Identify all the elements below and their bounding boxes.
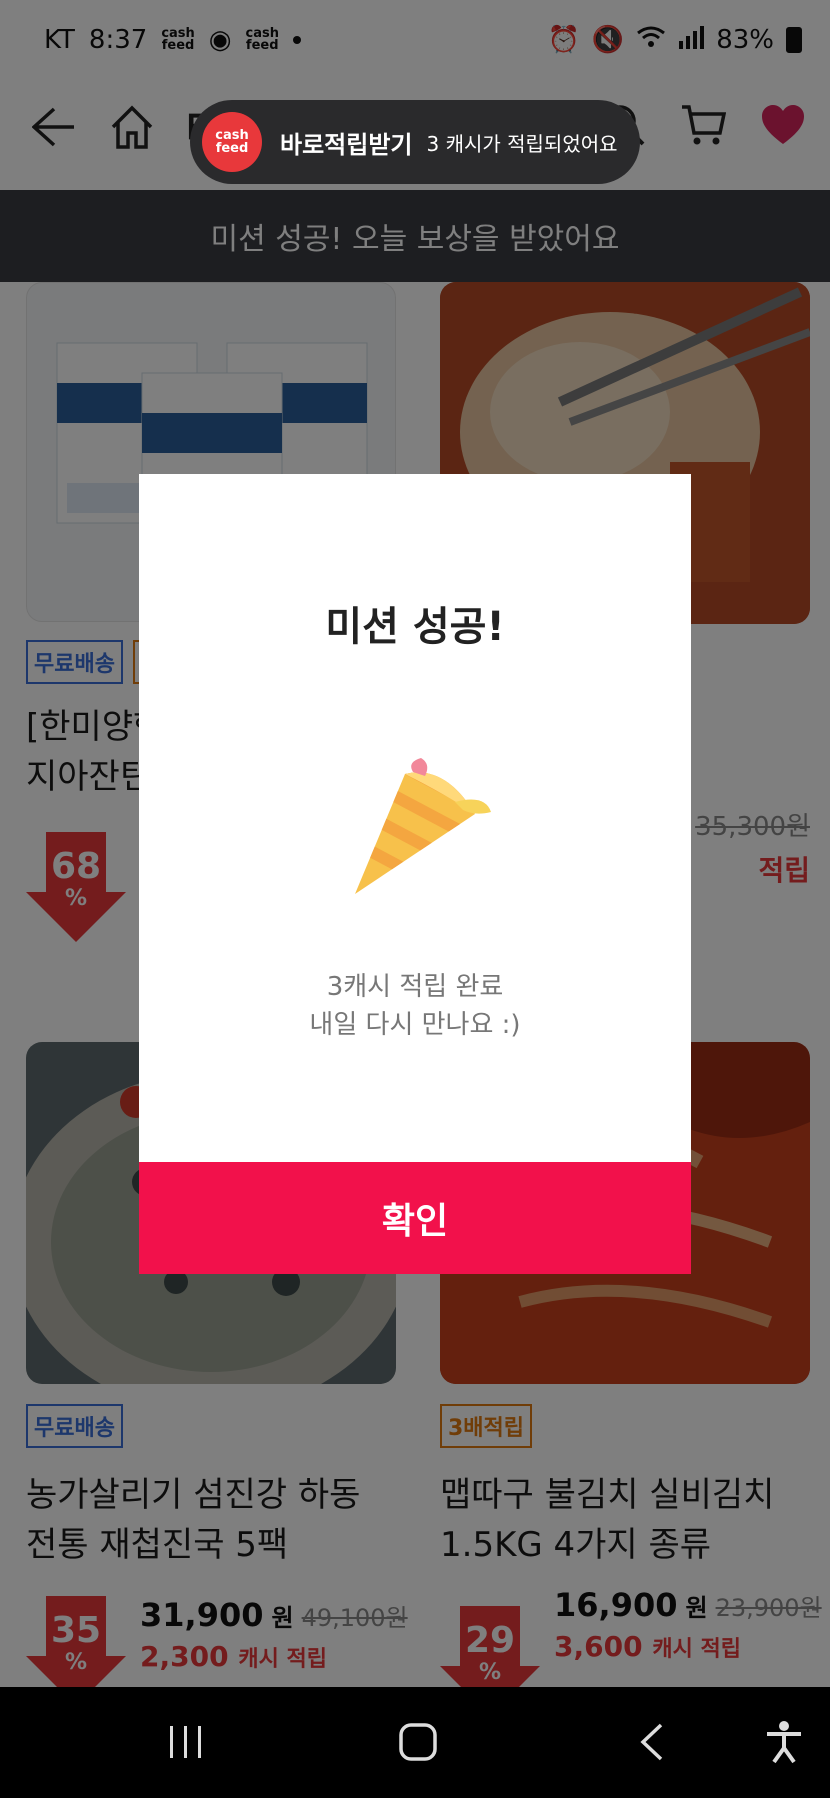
back-nav-icon[interactable]	[622, 1717, 682, 1767]
cashfeed-logo-line2: feed	[215, 141, 249, 156]
home-nav-icon[interactable]	[388, 1717, 448, 1767]
accessibility-icon[interactable]	[754, 1717, 814, 1767]
modal-message-line1: 3캐시 적립 완료	[326, 972, 504, 1002]
recent-apps-icon[interactable]	[156, 1717, 216, 1767]
confirm-button[interactable]: 확인	[139, 1162, 691, 1274]
modal-message-line2: 내일 다시 만나요 :)	[309, 1010, 521, 1040]
party-popper-icon	[335, 754, 495, 904]
modal-title: 미션 성공!	[325, 604, 505, 650]
system-nav-bar	[0, 1687, 830, 1798]
mission-success-modal: 미션 성공! 3캐시 적립 완료 내일 다시 만나요 :) 확인	[139, 474, 691, 1274]
cashfeed-toast[interactable]: cash feed 바로적립받기 3 캐시가 적립되었어요	[190, 100, 640, 184]
modal-message: 3캐시 적립 완료 내일 다시 만나요 :)	[139, 968, 691, 1044]
cashfeed-logo: cash feed	[202, 112, 262, 172]
toast-message: 3 캐시가 적립되었어요	[426, 131, 618, 156]
toast-title: 바로적립받기	[280, 130, 413, 159]
